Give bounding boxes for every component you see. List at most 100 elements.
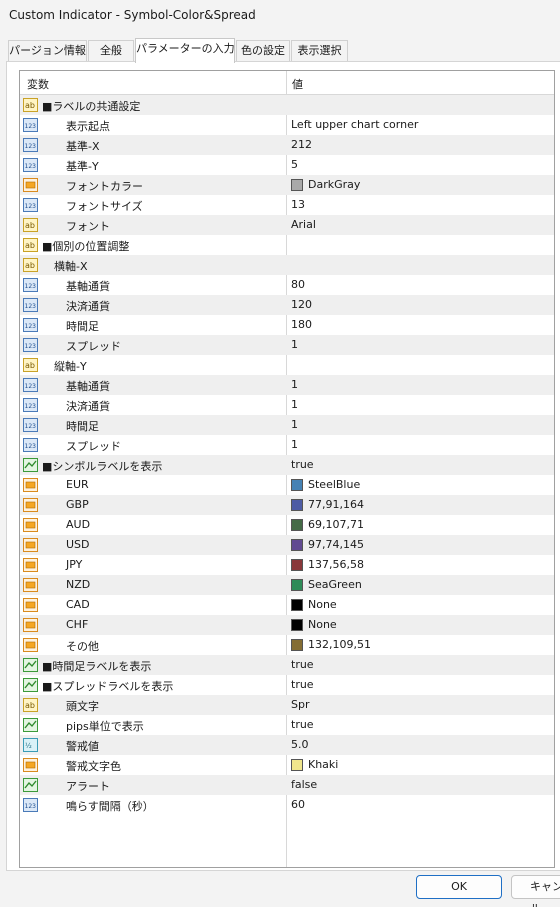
parameter-value[interactable]: 97,74,145 [308,538,364,551]
parameter-row[interactable]: 123 決済通貨 120 [20,295,554,315]
color-swatch[interactable] [291,479,303,491]
parameter-row[interactable]: ab 縦軸-Y [20,355,554,375]
parameter-row[interactable]: CHF None [20,615,554,635]
color-swatch[interactable] [291,499,303,511]
parameter-row[interactable]: 123 基準-X 212 [20,135,554,155]
parameter-row[interactable]: JPY 137,56,58 [20,555,554,575]
parameter-value[interactable]: Left upper chart corner [291,118,418,131]
parameter-row[interactable]: ab ■個別の位置調整 [20,235,554,255]
parameter-value[interactable]: 1 [291,418,298,431]
parameter-value[interactable]: 132,109,51 [308,638,371,651]
integer-type-icon: 123 [23,138,38,152]
parameter-value[interactable]: SeaGreen [308,578,362,591]
parameter-value[interactable]: SteelBlue [308,478,360,491]
parameter-row[interactable]: 123 フォントサイズ 13 [20,195,554,215]
parameter-row[interactable]: AUD 69,107,71 [20,515,554,535]
parameter-row[interactable]: CAD None [20,595,554,615]
parameter-row[interactable]: EUR SteelBlue [20,475,554,495]
parameter-value[interactable]: 1 [291,338,298,351]
parameter-row[interactable]: 123 時間足 1 [20,415,554,435]
parameter-row[interactable]: 123 決済通貨 1 [20,395,554,415]
color-swatch[interactable] [291,179,303,191]
parameter-row[interactable]: 123 鳴らす間隔（秒） 60 [20,795,554,815]
tab-visualization[interactable]: 表示選択 [291,40,348,62]
parameter-name: 警戒文字色 [66,760,121,773]
color-swatch[interactable] [291,759,303,771]
parameter-value[interactable]: 13 [291,198,305,211]
parameter-value[interactable]: Arial [291,218,316,231]
parameter-row[interactable]: ■時間足ラベルを表示 true [20,655,554,675]
parameter-row[interactable]: GBP 77,91,164 [20,495,554,515]
parameter-row[interactable]: NZD SeaGreen [20,575,554,595]
parameter-row[interactable]: 123 基軸通貨 1 [20,375,554,395]
parameter-row[interactable]: ab 横軸-X [20,255,554,275]
parameter-value[interactable]: true [291,458,314,471]
parameter-value[interactable]: 5.0 [291,738,309,751]
parameter-row[interactable]: 123 時間足 180 [20,315,554,335]
string-type-icon: ab [23,258,38,272]
ok-button[interactable]: OK [416,875,502,899]
color-swatch[interactable] [291,579,303,591]
parameter-row[interactable]: ab 頭文字 Spr [20,695,554,715]
color-type-icon [23,598,38,612]
parameter-value[interactable]: 120 [291,298,312,311]
svg-text:123: 123 [25,443,37,450]
parameter-value[interactable]: 60 [291,798,305,811]
parameter-value[interactable]: 1 [291,378,298,391]
parameter-row[interactable]: アラート false [20,775,554,795]
parameter-row[interactable]: その他 132,109,51 [20,635,554,655]
parameter-row[interactable]: USD 97,74,145 [20,535,554,555]
parameter-row[interactable]: ab ■ラベルの共通設定 [20,95,554,115]
cancel-button[interactable]: キャンセル [511,875,560,907]
parameter-value[interactable]: 180 [291,318,312,331]
parameter-name: その他 [66,640,99,653]
parameter-value[interactable]: 1 [291,438,298,451]
grid-header: 変数 値 [20,71,554,95]
svg-text:½: ½ [25,742,32,750]
parameter-row[interactable]: pips単位で表示 true [20,715,554,735]
parameter-value[interactable]: true [291,718,314,731]
parameter-row[interactable]: 123 基準-Y 5 [20,155,554,175]
parameters-grid: 変数 値 ab ■ラベルの共通設定 123 表示起点 Left upper chart … [19,70,555,868]
parameter-row[interactable]: 123 スプレッド 1 [20,335,554,355]
color-swatch[interactable] [291,619,303,631]
color-swatch[interactable] [291,559,303,571]
parameter-row[interactable]: 警戒文字色 Khaki [20,755,554,775]
parameter-value[interactable]: Spr [291,698,310,711]
parameter-row[interactable]: 123 基軸通貨 80 [20,275,554,295]
tab-colors[interactable]: 色の設定 [236,40,290,62]
parameter-value[interactable]: None [308,618,337,631]
parameter-value[interactable]: true [291,678,314,691]
boolean-type-icon [23,678,38,692]
parameter-name: ■個別の位置調整 [42,240,130,253]
parameter-value[interactable]: 77,91,164 [308,498,364,511]
parameter-row[interactable]: 123 スプレッド 1 [20,435,554,455]
parameter-value[interactable]: 5 [291,158,298,171]
parameter-value[interactable]: 80 [291,278,305,291]
color-swatch[interactable] [291,539,303,551]
parameter-value[interactable]: 1 [291,398,298,411]
parameter-row[interactable]: ■スプレッドラベルを表示 true [20,675,554,695]
parameter-value[interactable]: false [291,778,317,791]
parameter-row[interactable]: フォントカラー DarkGray [20,175,554,195]
color-swatch[interactable] [291,639,303,651]
parameter-value[interactable]: 137,56,58 [308,558,364,571]
tab-version-info[interactable]: パージョン情報 [8,40,87,62]
parameter-row[interactable]: 123 表示起点 Left upper chart corner [20,115,554,135]
tab-input-parameters[interactable]: パラメーターの入力 [135,38,235,63]
parameter-value[interactable]: 69,107,71 [308,518,364,531]
parameter-name: 基準-Y [66,160,99,173]
parameter-name: ■ラベルの共通設定 [42,100,141,113]
color-swatch[interactable] [291,519,303,531]
parameter-value[interactable]: true [291,658,314,671]
parameter-value[interactable]: DarkGray [308,178,360,191]
parameter-row[interactable]: ½ 警戒値 5.0 [20,735,554,755]
parameter-row[interactable]: ■シンボルラベルを表示 true [20,455,554,475]
parameter-row[interactable]: ab フォント Arial [20,215,554,235]
parameter-value[interactable]: 212 [291,138,312,151]
parameter-value[interactable]: Khaki [308,758,338,771]
parameter-value[interactable]: None [308,598,337,611]
color-swatch[interactable] [291,599,303,611]
tab-general[interactable]: 全般 [88,40,134,62]
color-type-icon [23,178,38,192]
